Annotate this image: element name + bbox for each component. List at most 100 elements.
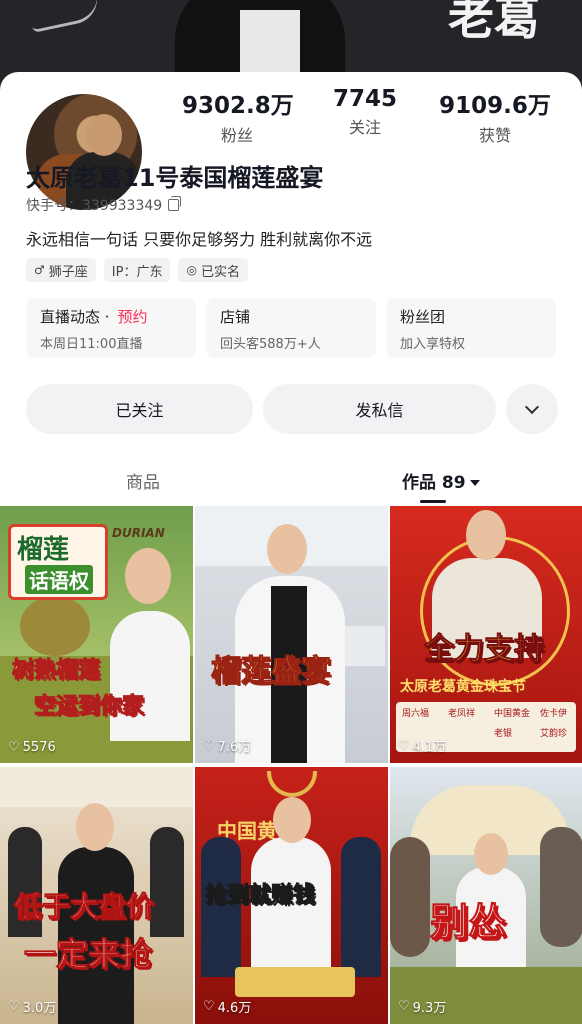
stat-likes[interactable]: 9109.6万 获赞 bbox=[436, 86, 554, 146]
profile-stats: 9302.8万 粉丝 7745 关注 9109.6万 获赞 bbox=[170, 86, 570, 145]
elephant-right bbox=[540, 827, 582, 947]
person-jacket bbox=[251, 837, 331, 987]
followed-button[interactable]: 已关注 bbox=[26, 384, 253, 434]
like-count: ♡ 5576 bbox=[8, 740, 56, 755]
feature-title: 直播动态 · bbox=[40, 308, 110, 326]
heart-icon: ♡ bbox=[8, 740, 20, 755]
video-tile[interactable]: 榴莲盛宴 ♡ 7.6万 bbox=[195, 506, 388, 763]
video-caption: 太原老葛黄金珠宝节 bbox=[400, 679, 526, 695]
profile-tags: ♂ 狮子座 IP：广东 ◎ 已实名 bbox=[26, 258, 248, 282]
tag-verified: ◎ 已实名 bbox=[178, 258, 248, 282]
message-button[interactable]: 发私信 bbox=[263, 384, 496, 434]
stat-label: 获赞 bbox=[478, 126, 511, 145]
video-caption: 空运到你家 bbox=[33, 694, 145, 720]
stat-value: 9109.6万 bbox=[439, 93, 551, 119]
brand-label: 佐卡伊 bbox=[540, 709, 568, 719]
feature-cards: 直播动态 · 预约 本周日11:00直播 店铺 回头客588万+人 粉丝团 加入享… bbox=[26, 298, 556, 358]
stat-value: 9302.8万 bbox=[182, 93, 294, 119]
like-value: 7.6万 bbox=[217, 740, 252, 755]
like-count: ♡ 9.3万 bbox=[398, 997, 446, 1016]
video-caption: 别怂 bbox=[429, 900, 507, 945]
like-value: 9.3万 bbox=[412, 1001, 447, 1016]
video-tile[interactable]: 别怂 ♡ 9.3万 bbox=[390, 767, 582, 1024]
feature-subtitle: 本周日11:00直播 bbox=[40, 337, 143, 352]
tag-label: 狮子座 bbox=[48, 264, 88, 280]
title-badge: 榴莲 话语权 bbox=[8, 524, 108, 600]
stat-label: 粉丝 bbox=[220, 126, 253, 145]
video-caption: 低于大盘价 bbox=[13, 890, 155, 924]
avatar-head bbox=[86, 114, 122, 156]
banner-text: 老葛 bbox=[448, 0, 540, 45]
more-button[interactable] bbox=[506, 384, 558, 434]
video-title: 榴莲 bbox=[17, 535, 70, 565]
stat-followers[interactable]: 9302.8万 粉丝 bbox=[182, 86, 294, 146]
like-count: ♡ 4.6万 bbox=[203, 997, 251, 1016]
kuaishou-id: 快手号：339933349 bbox=[26, 198, 163, 214]
like-value: 5576 bbox=[22, 740, 56, 755]
video-caption: 全力支持 bbox=[424, 632, 545, 668]
person-right bbox=[150, 827, 184, 937]
video-caption: 一定来抢 bbox=[23, 935, 153, 974]
feature-live[interactable]: 直播动态 · 预约 本周日11:00直播 bbox=[26, 298, 196, 358]
elephant-left bbox=[390, 837, 430, 957]
video-caption: 榴莲盛宴 bbox=[211, 654, 332, 690]
video-tile[interactable]: 低于大盘价 一定来抢 ♡ 3.0万 bbox=[0, 767, 193, 1024]
feature-subtitle: 加入享特权 bbox=[400, 337, 466, 352]
stat-label: 关注 bbox=[348, 118, 381, 137]
person-shirt bbox=[110, 611, 190, 741]
durian-badge: DURIAN bbox=[112, 526, 165, 540]
gold-bars bbox=[235, 967, 355, 997]
person-right bbox=[341, 837, 381, 977]
person-head bbox=[76, 803, 114, 851]
video-caption: 树熟榴莲 bbox=[11, 658, 101, 684]
video-caption: 抢到就赚钱 bbox=[204, 883, 316, 909]
like-value: 4.1万 bbox=[412, 740, 447, 755]
signature-graphic bbox=[28, 0, 102, 33]
reserve-link[interactable]: 预约 bbox=[118, 308, 148, 326]
heart-icon: ♡ bbox=[398, 999, 410, 1014]
heart-icon: ♡ bbox=[203, 999, 215, 1014]
kuaishou-id-row[interactable]: 快手号：339933349 bbox=[26, 195, 182, 215]
like-value: 4.6万 bbox=[217, 1001, 252, 1016]
dropdown-triangle-icon bbox=[469, 480, 480, 486]
feature-shop[interactable]: 店铺 回头客588万+人 bbox=[206, 298, 376, 358]
durian-graphic bbox=[20, 596, 90, 656]
stat-value: 7745 bbox=[332, 86, 397, 112]
like-count: ♡ 3.0万 bbox=[8, 997, 56, 1016]
tag-ip-location: IP：广东 bbox=[103, 258, 171, 282]
tab-indicator bbox=[420, 500, 446, 503]
gold-logo bbox=[267, 771, 317, 797]
video-tile[interactable]: 中国黄金 抢到就赚钱 ♡ 4.6万 bbox=[195, 767, 388, 1024]
verified-shield-icon: ◎ bbox=[186, 263, 197, 277]
brand-label: 艾韵珍 bbox=[540, 729, 568, 739]
like-count: ♡ 7.6万 bbox=[203, 736, 251, 755]
like-value: 3.0万 bbox=[22, 1001, 57, 1016]
video-tile[interactable]: 榴莲 话语权 DURIAN 树熟榴莲 空运到你家 ♡ 5576 bbox=[0, 506, 193, 763]
tag-zodiac: ♂ 狮子座 bbox=[26, 258, 96, 282]
video-grid: 榴莲 话语权 DURIAN 树熟榴莲 空运到你家 ♡ 5576 榴莲盛宴 ♡ 7.6… bbox=[0, 506, 582, 1024]
male-icon: ♂ bbox=[34, 263, 45, 277]
tag-label: 已实名 bbox=[200, 264, 240, 280]
video-tile[interactable]: 全力支持 太原老葛黄金珠宝节 周六福 老凤祥 中国黄金 佐卡伊 老银 艾韵珍 ♡… bbox=[390, 506, 582, 763]
person-head bbox=[466, 510, 506, 560]
heart-icon: ♡ bbox=[8, 999, 20, 1014]
chevron-down-icon bbox=[524, 399, 540, 414]
person-head bbox=[273, 797, 311, 843]
brand-label: 中国黄金 bbox=[494, 709, 531, 719]
like-count: ♡ 4.1万 bbox=[398, 736, 446, 755]
brand-label: 老凤祥 bbox=[448, 709, 476, 719]
stat-following[interactable]: 7745 关注 bbox=[320, 86, 410, 138]
brand-label: 周六福 bbox=[402, 709, 430, 719]
tab-goods[interactable]: 商品 bbox=[126, 468, 160, 493]
copy-icon[interactable] bbox=[168, 196, 182, 211]
heart-icon: ♡ bbox=[203, 738, 215, 753]
feature-title: 粉丝团 bbox=[400, 308, 446, 326]
profile-actions: 已关注 发私信 bbox=[26, 384, 558, 434]
heart-icon: ♡ bbox=[398, 738, 410, 753]
feature-fan-club[interactable]: 粉丝团 加入享特权 bbox=[386, 298, 556, 358]
feature-subtitle: 回头客588万+人 bbox=[220, 337, 321, 352]
tab-works[interactable]: 作品 89 bbox=[402, 468, 480, 493]
profile-name: 太原老葛11号泰国榴莲盛宴 bbox=[26, 164, 324, 192]
profile-bio: 永远相信一句话 只要你足够努力 胜利就离你不远 bbox=[26, 230, 373, 249]
ceiling bbox=[0, 767, 193, 807]
